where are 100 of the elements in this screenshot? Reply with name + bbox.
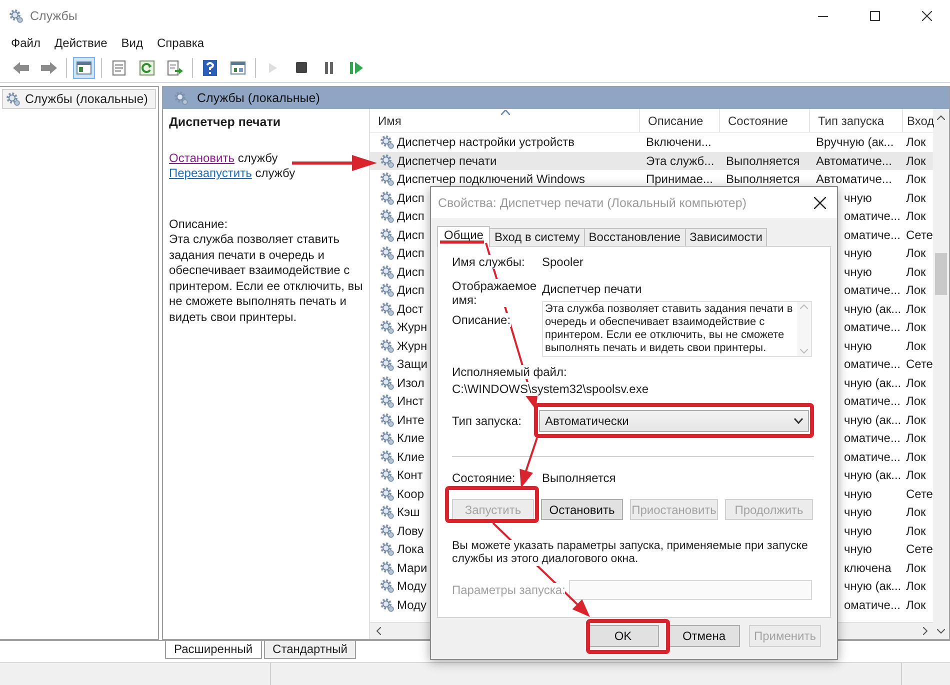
column-header[interactable]: Имя: [370, 109, 640, 132]
table-cell: Лок: [906, 190, 926, 205]
table-cell: оматиче...: [844, 357, 900, 372]
maximize-icon: [870, 11, 880, 21]
table-cell: Инст: [397, 394, 424, 408]
action-link[interactable]: Перезапустить: [169, 166, 252, 180]
field-label: Отображаемое имя:: [452, 279, 536, 307]
service-row[interactable]: Диспетчер подключений Windows Принимае... Выполняется Автоматиче... Лок: [370, 170, 933, 188]
scroll-thumb[interactable]: [935, 253, 947, 295]
table-cell: Лок: [906, 154, 926, 168]
gear-icon: [379, 393, 395, 410]
table-cell: Конт: [397, 468, 423, 482]
scroll-up-icon[interactable]: [937, 114, 945, 120]
table-cell: чную (ак...: [844, 412, 902, 427]
table-cell: Лок: [906, 246, 926, 260]
table-cell: Лок: [906, 135, 926, 150]
annotation-arrow: [520, 438, 538, 488]
dialog-tab[interactable]: Зависимости: [684, 228, 768, 247]
table-cell: Диспетчер печати: [397, 154, 497, 168]
chevron-down-icon: [794, 418, 803, 424]
gear-icon: [379, 374, 395, 391]
table-cell: чную (ак...: [844, 302, 902, 316]
scroll-right-icon[interactable]: [922, 627, 928, 635]
table-cell: оматиче...: [844, 450, 900, 464]
gear-icon: [379, 541, 395, 558]
vertical-scrollbar[interactable]: [933, 109, 949, 639]
service-name-value: Spooler: [542, 255, 584, 269]
table-cell: Лову: [397, 524, 424, 538]
table-cell: Лок: [906, 376, 926, 390]
field-label: Исполняемый файл:: [452, 365, 567, 379]
gear-icon: [379, 282, 395, 298]
field-label: Тип запуска:: [452, 414, 522, 428]
scroll-down-icon[interactable]: [937, 628, 945, 634]
view-tab[interactable]: Стандартный: [264, 641, 356, 659]
service-row[interactable]: Диспетчер печати Эта служб... Выполняется Автоматиче... Лок: [370, 152, 933, 170]
table-cell: Моду: [397, 598, 427, 612]
table-cell: оматиче...: [844, 431, 900, 446]
gear-icon: [379, 578, 395, 594]
table-cell: Лок: [906, 320, 926, 334]
status-value: Выполняется: [542, 471, 616, 485]
dialog-button[interactable]: Отмена: [668, 625, 740, 647]
dialog-tab[interactable]: Восстановление: [584, 228, 686, 247]
scroll-left-icon[interactable]: [376, 627, 380, 635]
description-text: Эта служба позволяет ставить задания печати в очередь и обеспечивает взаимодействие с принтером. Если ее отключить, вы не сможете выполнять печать и видеть свои принтеры.: [169, 232, 363, 325]
column-header[interactable]: Тип запуска: [810, 109, 903, 132]
stop-icon[interactable]: [296, 62, 306, 73]
table-cell: Принимае...: [646, 172, 713, 186]
service-control-button[interactable]: Остановить: [541, 499, 623, 520]
gear-icon: [379, 448, 395, 465]
table-cell: Эта служб...: [646, 154, 714, 168]
table-cell: Журн: [397, 338, 428, 353]
action-link[interactable]: Остановить: [169, 151, 234, 165]
start-parameters-field[interactable]: [569, 580, 812, 600]
table-cell: Выполняется: [726, 154, 800, 168]
table-cell: Клие: [397, 450, 424, 464]
table-cell: Защи: [397, 357, 428, 372]
table-cell: чную: [844, 524, 872, 538]
table-cell: Лок: [906, 283, 926, 298]
service-row[interactable]: Диспетчер настройки устройств Включени... Вручную (ак... Лок: [370, 133, 933, 152]
gear-icon: [379, 208, 395, 224]
table-cell: Сете: [906, 228, 933, 242]
menu-item[interactable]: Файл: [4, 34, 48, 52]
table-cell: Дисп: [397, 264, 424, 279]
startup-type-dropdown[interactable]: Автоматически: [539, 410, 809, 432]
field-label: Состояние:: [452, 471, 516, 485]
gear-icon: [379, 504, 395, 520]
tree-item[interactable]: Службы (локальные): [2, 89, 156, 109]
action-line: Перезапустить службу: [169, 166, 296, 181]
column-header[interactable]: Состояние: [720, 109, 810, 132]
dialog-button[interactable]: OK: [587, 625, 659, 647]
menu-item[interactable]: Действие: [48, 34, 114, 52]
view-tab[interactable]: Расширенный: [165, 641, 262, 659]
table-cell: Дост: [397, 302, 424, 316]
window-title: Службы: [30, 9, 78, 23]
table-cell: Лок: [906, 302, 926, 316]
table-cell: Сете: [906, 542, 933, 556]
column-header[interactable]: Вход: [903, 109, 934, 132]
help-icon[interactable]: [203, 60, 217, 76]
menu-item[interactable]: Вид: [114, 34, 150, 52]
gear-icon: [379, 467, 395, 484]
table-cell: чную: [844, 505, 872, 520]
column-header[interactable]: Описание: [640, 109, 720, 132]
table-cell: Дисп: [397, 209, 424, 224]
table-cell: чную: [844, 264, 872, 279]
table-cell: чную: [844, 338, 872, 353]
dialog-tab[interactable]: Вход в систему: [489, 228, 585, 247]
pause-icon[interactable]: [324, 62, 334, 74]
gear-icon: [379, 430, 395, 446]
table-cell: ключена: [844, 560, 892, 575]
gear-icon: [379, 300, 395, 317]
close-icon: [814, 196, 826, 208]
close-icon: [922, 11, 932, 21]
table-cell: Лок: [906, 172, 926, 186]
menu-item[interactable]: Справка: [150, 34, 212, 52]
executable-path: C:\WINDOWS\system32\spoolsv.exe: [452, 382, 648, 396]
service-title: Диспетчер печати: [169, 115, 282, 129]
gear-icon: [379, 412, 395, 428]
resume-icon[interactable]: [350, 62, 364, 74]
table-cell: оматиче...: [844, 320, 900, 334]
table-cell: Дисп: [397, 246, 424, 260]
